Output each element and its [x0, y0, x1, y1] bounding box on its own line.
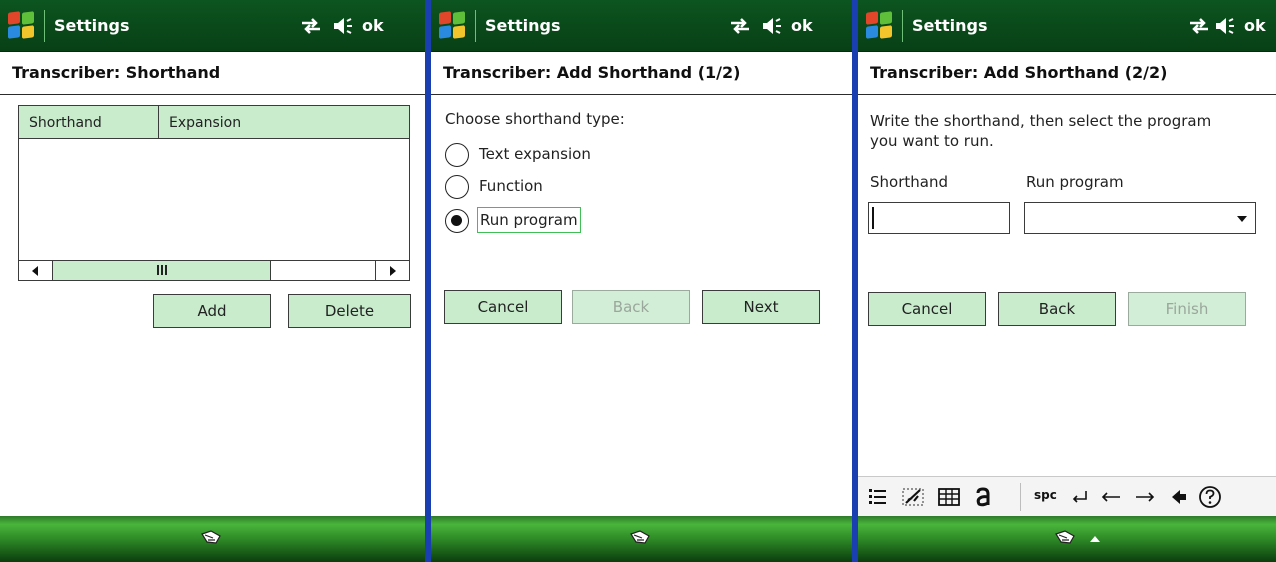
- delete-button[interactable]: Delete: [288, 294, 411, 328]
- text-caret: [872, 207, 874, 229]
- scroll-thumb[interactable]: [53, 261, 271, 280]
- menu-bar: [858, 516, 1276, 562]
- radio-text-expansion[interactable]: Text expansion: [445, 141, 745, 169]
- chevron-up-icon[interactable]: [1090, 536, 1100, 542]
- volume-icon[interactable]: [332, 17, 354, 35]
- backspace-icon[interactable]: [1170, 488, 1188, 506]
- chevron-down-icon: [1237, 216, 1247, 222]
- letter-a-icon[interactable]: [974, 485, 992, 509]
- radio-button-selected[interactable]: [445, 209, 469, 233]
- start-menu-icon[interactable]: [866, 11, 894, 40]
- space-key[interactable]: spc: [1034, 488, 1057, 502]
- left-arrow-icon: [32, 266, 38, 276]
- instructions-line-1: Write the shorthand, then select the pro…: [870, 112, 1212, 130]
- title-separator: [44, 10, 45, 42]
- back-button[interactable]: Back: [998, 292, 1116, 326]
- enter-icon[interactable]: [1070, 489, 1090, 505]
- radio-button[interactable]: [445, 143, 469, 167]
- title-bar: Settings ok: [858, 0, 1276, 52]
- title-bar: Settings ok: [0, 0, 425, 52]
- grip-icon: [157, 265, 167, 275]
- title-bar: Settings ok: [431, 0, 852, 52]
- screen-shorthand-list: Settings ok Transcriber: Shorthand Short…: [0, 0, 425, 562]
- menu-bar: [0, 516, 425, 562]
- radio-label: Run program: [477, 207, 581, 233]
- volume-icon[interactable]: [1214, 17, 1236, 35]
- radio-button[interactable]: [445, 175, 469, 199]
- radio-label: Function: [479, 177, 543, 195]
- start-menu-icon[interactable]: [439, 11, 467, 40]
- page-title: Transcriber: Shorthand: [0, 53, 425, 95]
- radio-function[interactable]: Function: [445, 173, 745, 201]
- next-button[interactable]: Next: [702, 290, 820, 324]
- finish-button[interactable]: Finish: [1128, 292, 1246, 326]
- shorthand-input[interactable]: [868, 202, 1010, 234]
- run-program-dropdown[interactable]: [1024, 202, 1256, 234]
- connectivity-icon[interactable]: [1188, 17, 1210, 35]
- connectivity-icon[interactable]: [729, 17, 751, 35]
- radio-label: Text expansion: [479, 145, 591, 163]
- app-title: Settings: [912, 16, 988, 35]
- horizontal-scrollbar[interactable]: [19, 260, 409, 280]
- scroll-left-button[interactable]: [19, 261, 53, 280]
- ok-button[interactable]: ok: [1244, 16, 1266, 35]
- screen-add-shorthand-step2: Settings ok Transcriber: Add Shorthand (…: [858, 0, 1276, 562]
- app-title: Settings: [54, 16, 130, 35]
- cancel-button[interactable]: Cancel: [868, 292, 986, 326]
- right-arrow-icon[interactable]: [1134, 489, 1156, 505]
- title-separator: [902, 10, 903, 42]
- toolbar-separator: [1020, 483, 1021, 511]
- connectivity-icon[interactable]: [300, 17, 322, 35]
- left-arrow-icon[interactable]: [1100, 489, 1122, 505]
- input-panel-icon[interactable]: [628, 528, 652, 546]
- keyboard-icon[interactable]: [938, 487, 960, 507]
- back-button[interactable]: Back: [572, 290, 690, 324]
- ok-button[interactable]: ok: [791, 16, 813, 35]
- instructions-line-2: you want to run.: [870, 132, 994, 150]
- add-button[interactable]: Add: [153, 294, 271, 328]
- handwriting-icon[interactable]: [902, 486, 926, 508]
- input-panel-icon[interactable]: [1053, 528, 1077, 546]
- column-header-shorthand[interactable]: Shorthand: [19, 106, 159, 139]
- shorthand-type-prompt: Choose shorthand type:: [445, 110, 625, 128]
- volume-icon[interactable]: [761, 17, 783, 35]
- ok-button[interactable]: ok: [362, 16, 384, 35]
- help-icon[interactable]: [1198, 485, 1222, 509]
- shorthand-list[interactable]: Shorthand Expansion: [18, 105, 410, 281]
- column-header-expansion[interactable]: Expansion: [159, 106, 409, 139]
- title-separator: [475, 10, 476, 42]
- list-header: Shorthand Expansion: [19, 106, 409, 139]
- app-title: Settings: [485, 16, 561, 35]
- run-program-label: Run program: [1026, 173, 1124, 191]
- screen-add-shorthand-step1: Settings ok Transcriber: Add Shorthand (…: [431, 0, 852, 562]
- page-title: Transcriber: Add Shorthand (2/2): [858, 53, 1276, 95]
- cancel-button[interactable]: Cancel: [444, 290, 562, 324]
- page-title: Transcriber: Add Shorthand (1/2): [431, 53, 852, 95]
- right-arrow-icon: [390, 266, 396, 276]
- list-icon[interactable]: [868, 487, 888, 507]
- radio-run-program[interactable]: Run program: [445, 207, 745, 235]
- menu-bar: [431, 516, 852, 562]
- input-panel-toolbar: spc: [858, 476, 1276, 516]
- scroll-right-button[interactable]: [375, 261, 409, 280]
- input-panel-icon[interactable]: [199, 528, 223, 546]
- shorthand-label: Shorthand: [870, 173, 948, 191]
- start-menu-icon[interactable]: [8, 11, 36, 40]
